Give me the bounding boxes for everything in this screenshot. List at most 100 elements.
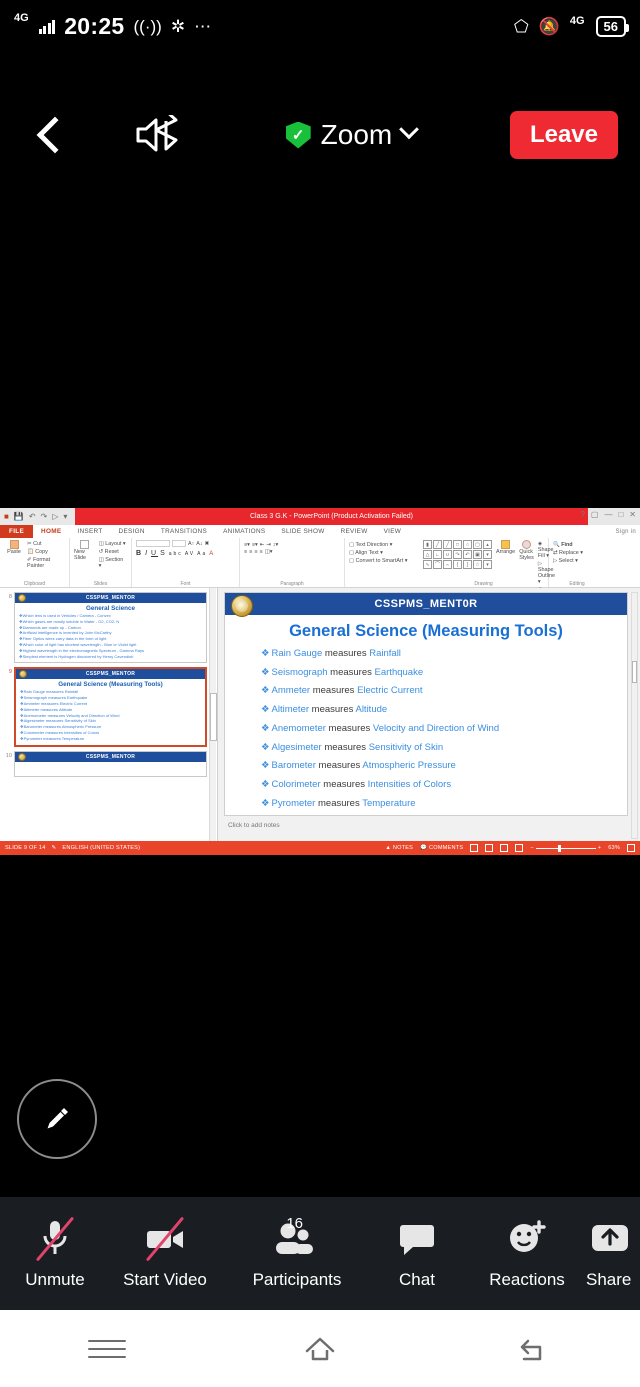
language-indicator[interactable]: ENGLISH (UNITED STATES) xyxy=(62,845,140,851)
align-text-button[interactable]: ▢ Align Text ▾ xyxy=(349,550,415,556)
replace-button[interactable]: ⇄ Replace ▾ xyxy=(553,550,601,556)
tab-insert[interactable]: INSERT xyxy=(69,528,110,535)
shape-star-icon[interactable]: ☆ xyxy=(473,560,482,569)
comments-toggle[interactable]: 💬 COMMENTS xyxy=(420,845,463,851)
normal-view-icon[interactable] xyxy=(470,844,479,852)
back-chevron-icon[interactable] xyxy=(36,116,74,154)
notes-placeholder[interactable]: Click to add notes xyxy=(224,822,628,829)
zoom-bottom-toolbar[interactable]: Unmute Start Video 16 Participants Chat … xyxy=(0,1197,640,1310)
annotate-button[interactable] xyxy=(17,1079,97,1159)
spelling-icon[interactable]: ✎ xyxy=(52,845,57,851)
slide-thumbnail-panel[interactable]: 8 CSSPMS_MENTOR General Science ❖Which l… xyxy=(0,588,218,841)
reset-button[interactable]: ↺ Reset xyxy=(99,549,127,555)
new-slide-button[interactable]: New Slide xyxy=(74,540,96,561)
close-icon[interactable]: ✕ xyxy=(629,510,636,519)
share-button[interactable]: Share xyxy=(582,1217,640,1290)
slide-scrollbar[interactable] xyxy=(631,592,638,839)
align-left-icon[interactable]: ≡ xyxy=(244,549,247,555)
select-button[interactable]: ▷ Select ▾ xyxy=(553,558,601,564)
current-slide[interactable]: CSSPMS_MENT0R General Science (Measuring… xyxy=(224,592,628,816)
shape-gallery[interactable]: ▮ ╱ ╱ □ ○ ▢ ▴ △ ∟ ∪ ↷ ↶ ▣ ▾ ∿ ⌒ ⌢ {} ☆ … xyxy=(423,540,492,569)
back-arrow-icon[interactable] xyxy=(510,1332,556,1366)
tab-home[interactable]: HOME xyxy=(33,528,69,535)
shape-scroll-down-icon[interactable]: ▾ xyxy=(483,550,492,559)
undo-icon[interactable]: ↶ xyxy=(29,512,36,521)
participants-button[interactable]: 16 Participants xyxy=(232,1215,362,1290)
shape-brace-right-icon[interactable]: } xyxy=(463,560,472,569)
shape-textbox-icon[interactable]: ▮ xyxy=(423,540,432,549)
reading-view-icon[interactable] xyxy=(500,844,509,852)
zoom-level-label[interactable]: 63% xyxy=(608,845,620,851)
customize-qat-icon[interactable]: ▾ xyxy=(63,512,67,521)
shared-screen-powerpoint[interactable]: ■ 💾 ↶ ↷ ▷ ▾ Class 3 G.K - PowerPoint (Pr… xyxy=(0,508,640,855)
zoom-in-button[interactable]: + xyxy=(598,845,601,851)
slide-scrollbar-thumb[interactable] xyxy=(632,661,637,683)
present-icon[interactable]: ▷ xyxy=(52,512,58,521)
tab-animations[interactable]: ANIMATIONS xyxy=(215,528,273,535)
font-family-input[interactable] xyxy=(136,540,170,547)
unmute-button[interactable]: Unmute xyxy=(0,1216,110,1290)
thumbnail-card[interactable]: CSSPMS_MENTOR General Science (Measuring… xyxy=(14,667,207,747)
tab-transitions[interactable]: TRANSITIONS xyxy=(153,528,215,535)
font-color-icon[interactable]: A xyxy=(209,551,215,557)
shadow-button[interactable]: S xyxy=(160,550,167,557)
slide-sorter-icon[interactable] xyxy=(485,844,494,852)
decrease-font-icon[interactable]: A↓ xyxy=(196,541,202,547)
start-video-button[interactable]: Start Video xyxy=(110,1216,220,1290)
zoom-out-button[interactable]: − xyxy=(530,845,533,851)
reactions-button[interactable]: Reactions xyxy=(472,1217,582,1290)
thumbnail-scrollbar-thumb[interactable] xyxy=(210,693,217,741)
restore-icon[interactable]: □ xyxy=(618,510,623,519)
format-painter-button[interactable]: ✐ Format Painter xyxy=(27,557,65,569)
leave-button[interactable]: Leave xyxy=(509,111,618,159)
ribbon-display-icon[interactable]: ▢ xyxy=(591,510,599,519)
sign-in-link[interactable]: Sign in xyxy=(616,529,636,535)
font-size-input[interactable] xyxy=(172,540,186,547)
italic-button[interactable]: I xyxy=(145,550,149,557)
tab-design[interactable]: DESIGN xyxy=(111,528,153,535)
paste-button[interactable]: Paste xyxy=(4,540,24,555)
slide-editing-area[interactable]: CSSPMS_MENT0R General Science (Measuring… xyxy=(218,588,640,841)
align-center-icon[interactable]: ≡ xyxy=(249,549,252,555)
thumbnail-card[interactable]: CSSPMS_MENTOR General Science ❖Which len… xyxy=(14,592,207,664)
home-icon[interactable] xyxy=(297,1332,343,1366)
zoom-slider[interactable]: − + xyxy=(530,844,601,852)
fit-slide-icon[interactable] xyxy=(627,844,635,852)
quick-styles-button[interactable]: Quick Styles xyxy=(519,540,534,561)
cut-button[interactable]: ✂ Cut xyxy=(27,541,65,547)
notes-toggle[interactable]: ▲ NOTES xyxy=(385,845,413,851)
tab-review[interactable]: REVIEW xyxy=(333,528,376,535)
change-case-icon[interactable]: Aa xyxy=(197,551,207,557)
text-direction-button[interactable]: ▢ Text Direction ▾ xyxy=(349,542,415,548)
shape-scroll-up-icon[interactable]: ▴ xyxy=(483,540,492,549)
minimize-icon[interactable]: — xyxy=(604,510,612,519)
help-icon[interactable]: ? xyxy=(580,510,584,519)
shape-curve-icon[interactable]: ∪ xyxy=(443,550,452,559)
shape-curve2-icon[interactable]: ⌒ xyxy=(433,560,442,569)
increase-font-icon[interactable]: A↑ xyxy=(188,541,194,547)
save-icon[interactable]: 💾 xyxy=(14,512,24,521)
window-controls[interactable]: ? ▢ — □ ✕ xyxy=(580,510,636,519)
align-right-icon[interactable]: ≡ xyxy=(254,549,257,555)
convert-smartart-button[interactable]: ▢ Convert to SmartArt ▾ xyxy=(349,558,415,564)
shape-cube-icon[interactable]: ▣ xyxy=(473,550,482,559)
tab-slide-show[interactable]: SLIDE SHOW xyxy=(273,528,332,535)
shape-line-icon[interactable]: ╱ xyxy=(433,540,442,549)
thumbnail-slide-8[interactable]: 8 CSSPMS_MENTOR General Science ❖Which l… xyxy=(0,590,217,665)
shape-roundrect-icon[interactable]: ▢ xyxy=(473,540,482,549)
shape-arrow-icon[interactable]: ╱ xyxy=(443,540,452,549)
character-spacing-icon[interactable]: AV xyxy=(185,551,195,557)
shape-corner-icon[interactable]: ∟ xyxy=(433,550,442,559)
numbering-icon[interactable]: ≡▾ xyxy=(252,542,258,548)
redo-icon[interactable]: ↷ xyxy=(41,512,48,521)
shape-triangle-icon[interactable]: △ xyxy=(423,550,432,559)
shape-oval-icon[interactable]: ○ xyxy=(463,540,472,549)
thumbnail-slide-10[interactable]: 10 CSSPMS_MENTOR xyxy=(0,749,217,779)
thumbnail-scrollbar[interactable] xyxy=(209,588,217,841)
arrange-button[interactable]: Arrange xyxy=(496,540,515,555)
bold-button[interactable]: B xyxy=(136,550,143,557)
quick-access-toolbar[interactable]: ■ 💾 ↶ ↷ ▷ ▾ xyxy=(0,512,67,521)
ribbon-tabs[interactable]: FILE HOME INSERT DESIGN TRANSITIONS ANIM… xyxy=(0,525,640,538)
bullets-icon[interactable]: ≡▾ xyxy=(244,542,250,548)
section-button[interactable]: ◫ Section ▾ xyxy=(99,557,127,569)
